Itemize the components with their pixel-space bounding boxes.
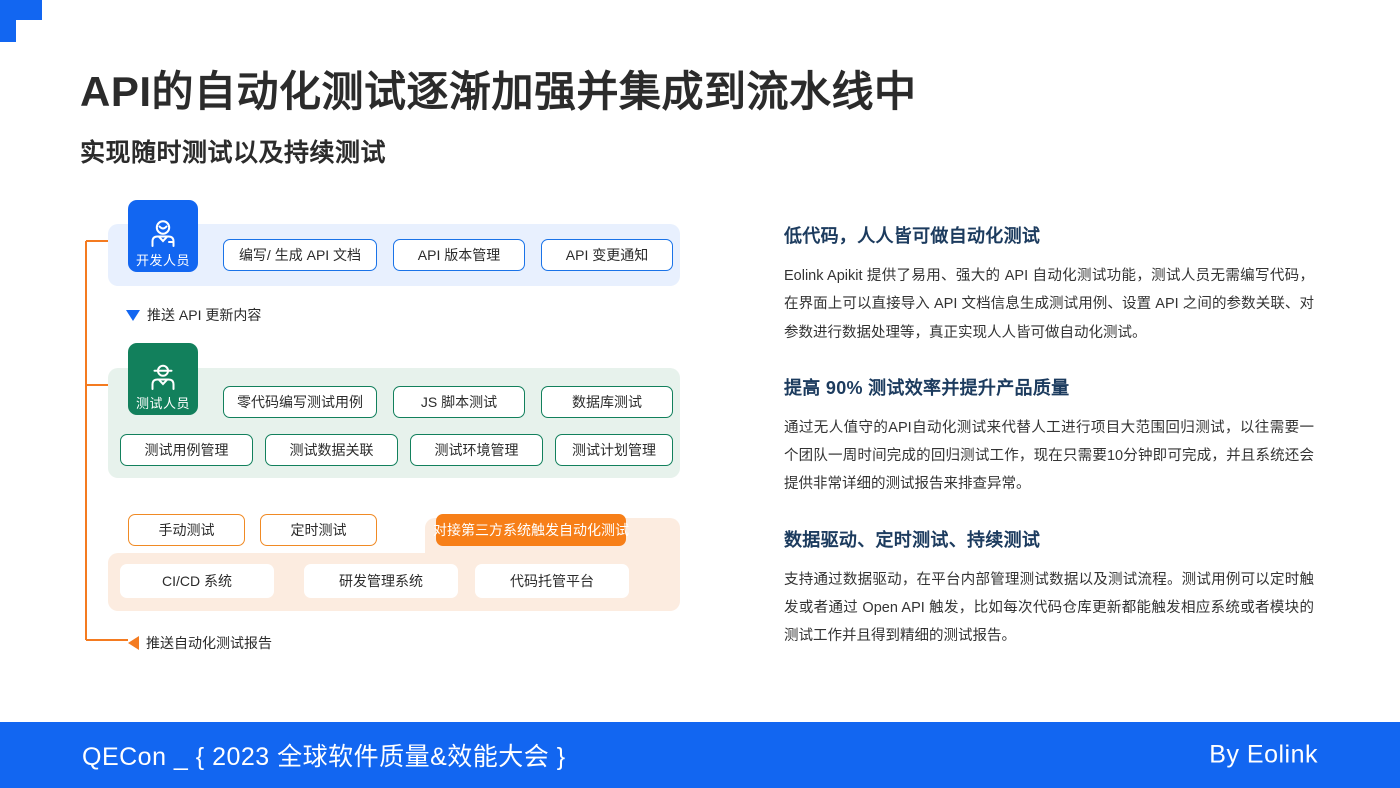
- chip-test-r1-1[interactable]: JS 脚本测试: [393, 386, 525, 418]
- section-body-2: 支持通过数据驱动，在平台内部管理测试数据以及测试流程。测试用例可以定时触发或者通…: [784, 571, 1314, 645]
- section-heading-2: 数据驱动、定时测试、持续测试: [784, 529, 1041, 550]
- content-section-1: 提高 90% 测试效率并提升产品质量 通过无人值守的API自动化测试来代替人工进…: [784, 374, 1314, 499]
- section-heading-1: 提高 90% 测试效率并提升产品质量: [784, 377, 1070, 398]
- chip-trigger-0[interactable]: 手动测试: [128, 514, 245, 546]
- chip-platform-0[interactable]: CI/CD 系统: [120, 564, 274, 598]
- corner-decoration: [0, 0, 42, 42]
- chip-trigger-highlight[interactable]: 对接第三方系统触发自动化测试: [433, 514, 629, 546]
- chip-dev-0[interactable]: 编写/ 生成 API 文档: [223, 239, 377, 271]
- section-body-0: Eolink Apikit 提供了易用、强大的 API 自动化测试功能，测试人员…: [784, 268, 1314, 341]
- flow-label-report-text: 推送自动化测试报告: [146, 635, 272, 651]
- flow-label-report: 推送自动化测试报告: [128, 633, 272, 653]
- content-section-0: 低代码，人人皆可做自动化测试 Eolink Apikit 提供了易用、强大的 A…: [784, 222, 1314, 347]
- footer-brand-label: By Eolink: [1209, 740, 1318, 769]
- role-tile-developer[interactable]: 开发人员: [128, 200, 198, 272]
- content-section-2: 数据驱动、定时测试、持续测试 支持通过数据驱动，在平台内部管理测试数据以及测试流…: [784, 526, 1314, 651]
- chip-test-r1-0[interactable]: 零代码编写测试用例: [223, 386, 377, 418]
- section-body-1: 通过无人值守的API自动化测试来代替人工进行项目大范围回归测试，以往需要一个团队…: [784, 419, 1314, 493]
- chip-platform-2[interactable]: 代码托管平台: [475, 564, 629, 598]
- page-title: API的自动化测试逐渐加强并集成到流水线中: [80, 68, 917, 115]
- flow-label-push-api-text: 推送 API 更新内容: [147, 307, 262, 323]
- person-cap-icon: [151, 364, 175, 390]
- content-column: 低代码，人人皆可做自动化测试 Eolink Apikit 提供了易用、强大的 A…: [784, 222, 1314, 650]
- triangle-left-icon: [128, 636, 139, 650]
- section-heading-0: 低代码，人人皆可做自动化测试: [784, 226, 1041, 246]
- chip-test-r2-1[interactable]: 测试数据关联: [265, 434, 398, 466]
- chip-test-r2-2[interactable]: 测试环境管理: [410, 434, 543, 466]
- chip-dev-1[interactable]: API 版本管理: [393, 239, 525, 271]
- chip-test-r2-3[interactable]: 测试计划管理: [555, 434, 673, 466]
- chip-dev-2[interactable]: API 变更通知: [541, 239, 673, 271]
- chip-test-r1-2[interactable]: 数据库测试: [541, 386, 673, 418]
- workflow-diagram: 开发人员 编写/ 生成 API 文档 API 版本管理 API 变更通知 推送 …: [80, 195, 680, 665]
- role-label-tester: 测试人员: [135, 396, 190, 411]
- chip-test-r2-0[interactable]: 测试用例管理: [120, 434, 253, 466]
- footer-bar: QECon _ { 2023 全球软件质量&效能大会 } By Eolink: [0, 722, 1400, 788]
- chip-trigger-1[interactable]: 定时测试: [260, 514, 377, 546]
- role-label-developer: 开发人员: [135, 253, 190, 268]
- corner-bar-vertical: [0, 0, 16, 42]
- person-smile-icon: [151, 220, 175, 247]
- role-tile-tester[interactable]: 测试人员: [128, 343, 198, 415]
- chip-platform-1[interactable]: 研发管理系统: [304, 564, 458, 598]
- triangle-down-icon: [126, 309, 140, 321]
- flow-label-push-api: 推送 API 更新内容: [126, 305, 261, 325]
- footer-conference-label: QECon _ { 2023 全球软件质量&效能大会 }: [82, 743, 566, 771]
- page-subtitle: 实现随时测试以及持续测试: [80, 139, 387, 167]
